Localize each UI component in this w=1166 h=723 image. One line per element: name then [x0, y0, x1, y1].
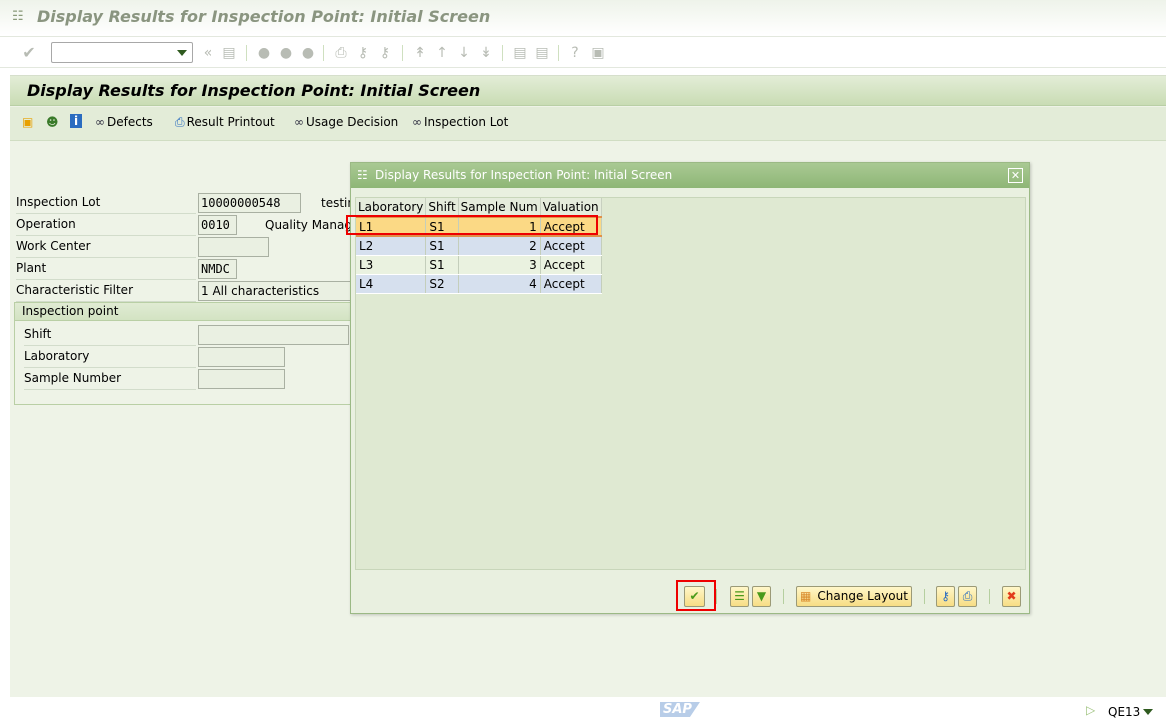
plant-label: Plant — [16, 259, 196, 280]
save-icon[interactable]: ▤ — [221, 45, 237, 61]
characteristic-filter-label: Characteristic Filter — [16, 281, 196, 302]
status-bar: SAP ▷ QE13 — [0, 698, 1166, 723]
cell-valuation: Accept — [540, 236, 602, 256]
new-session-icon[interactable]: ▤ — [512, 45, 528, 61]
table-row[interactable]: L4 S2 4 Accept — [356, 274, 602, 294]
next-page-icon[interactable]: ↓ — [456, 45, 472, 61]
selected-row-highlight — [346, 215, 598, 235]
chevron-down-icon[interactable] — [177, 50, 187, 56]
cancel-button[interactable]: ✖ — [1002, 586, 1021, 607]
glasses-icon: ∞ — [412, 115, 422, 129]
cell-sample-num: 4 — [458, 274, 541, 294]
help-icon[interactable]: ? — [567, 45, 583, 61]
sample-number-field[interactable] — [198, 369, 285, 389]
user-settings-icon[interactable]: ☻ — [46, 115, 59, 129]
cell-shift: S1 — [425, 255, 459, 275]
filter-button[interactable]: ▼ — [752, 586, 771, 607]
filter-icon: ▼ — [756, 589, 767, 603]
table-row[interactable]: L3 S1 3 Accept — [356, 255, 602, 275]
defects-button[interactable]: ∞ Defects — [95, 115, 153, 129]
cell-laboratory: L3 — [356, 255, 427, 275]
exit-icon[interactable]: ● — [278, 45, 294, 61]
operation-field[interactable]: 0010 — [198, 215, 237, 235]
transaction-code[interactable]: QE13 — [1108, 705, 1140, 719]
prev-page-icon[interactable]: ↑ — [434, 45, 450, 61]
shift-label: Shift — [24, 325, 196, 346]
cell-shift: S1 — [425, 236, 459, 256]
window-title: Display Results for Inspection Point: In… — [37, 7, 491, 26]
menu-icon[interactable]: ☷ — [12, 9, 24, 24]
first-page-icon[interactable]: ↟ — [412, 45, 428, 61]
group-title: Inspection point — [15, 303, 358, 321]
print-icon[interactable]: ⎙ — [333, 45, 349, 61]
chevron-down-icon[interactable] — [1143, 709, 1153, 715]
binoculars-icon: ⚷ — [941, 589, 950, 603]
other-object-icon[interactable]: ▣ — [22, 115, 33, 129]
cancel-x-icon: ✖ — [1006, 589, 1017, 603]
screen-header: Display Results for Inspection Point: In… — [10, 76, 1166, 106]
printer-icon: ⎙ — [962, 589, 973, 603]
printer-icon: ⎙ — [175, 115, 185, 129]
dialog-menu-icon[interactable]: ☷ — [357, 163, 368, 188]
result-printout-label: Result Printout — [186, 115, 275, 129]
laboratory-label: Laboratory — [24, 347, 196, 368]
inspection-lot-button[interactable]: ∞ Inspection Lot — [412, 115, 508, 129]
sort-ascending-button[interactable]: ☰ — [730, 586, 749, 607]
laboratory-field[interactable] — [198, 347, 285, 367]
plant-field[interactable]: NMDC — [198, 259, 237, 279]
glasses-icon: ∞ — [95, 115, 105, 129]
cell-laboratory: L2 — [356, 236, 427, 256]
sap-logo: SAP — [660, 702, 700, 717]
characteristic-filter-dropdown[interactable]: 1 All characteristics — [198, 281, 358, 301]
back-icon[interactable]: « — [200, 45, 216, 61]
dialog-title-bar: ☷ Display Results for Inspection Point: … — [351, 163, 1029, 188]
find-button[interactable]: ⚷ — [936, 586, 955, 607]
customize-icon[interactable]: ▣ — [590, 45, 606, 61]
page-title: Display Results for Inspection Point: In… — [27, 81, 481, 100]
glasses-icon: ∞ — [294, 115, 304, 129]
cell-sample-num: 2 — [458, 236, 541, 256]
inspection-lot-field[interactable]: 10000000548 — [198, 193, 301, 213]
layout-grid-icon: ▦ — [800, 589, 812, 603]
change-layout-label: Change Layout — [817, 589, 908, 603]
print-button[interactable]: ⎙ — [958, 586, 977, 607]
cell-laboratory: L4 — [356, 274, 427, 294]
back-nav-icon[interactable]: ● — [256, 45, 272, 61]
inspection-lot-label: Inspection Lot — [424, 115, 509, 129]
dialog-title: Display Results for Inspection Point: In… — [375, 168, 673, 182]
application-toolbar: ▣ ☻ i ∞ Defects ⎙ Result Printout ∞ Usage D… — [10, 107, 1166, 141]
sort-ascending-icon: ☰ — [734, 589, 745, 603]
results-grid: Laboratory Shift Sample Num Valuation L1… — [355, 197, 1026, 570]
defects-label: Defects — [107, 115, 153, 129]
table-row[interactable]: L2 S1 2 Accept — [356, 236, 602, 256]
cell-valuation: Accept — [540, 255, 602, 275]
continue-button-highlight — [676, 580, 716, 611]
usage-decision-button[interactable]: ∞ Usage Decision — [294, 115, 398, 129]
command-field[interactable] — [51, 42, 193, 63]
shift-field[interactable] — [198, 325, 349, 345]
close-icon[interactable]: ✕ — [1008, 168, 1023, 183]
expand-status-icon[interactable]: ▷ — [1086, 703, 1095, 717]
cell-valuation: Accept — [540, 274, 602, 294]
usage-decision-label: Usage Decision — [306, 115, 399, 129]
find-icon[interactable]: ⚷ — [355, 45, 371, 61]
cell-shift: S2 — [425, 274, 459, 294]
enter-icon[interactable]: ✔ — [21, 45, 37, 61]
work-center-label: Work Center — [16, 237, 196, 258]
system-toolbar: ✔ « ▤ ● ● ● ⎙ ⚷ ⚷ ↟ ↑ ↓ ↡ ▤ ▤ ? ▣ — [0, 36, 1166, 68]
shortcut-icon[interactable]: ▤ — [534, 45, 550, 61]
sample-number-label: Sample Number — [24, 369, 196, 390]
result-printout-button[interactable]: ⎙ Result Printout — [175, 115, 275, 130]
info-icon[interactable]: i — [70, 114, 83, 128]
work-center-field[interactable] — [198, 237, 269, 257]
inspection-lot-label: Inspection Lot — [16, 193, 196, 214]
cancel-icon[interactable]: ● — [300, 45, 316, 61]
title-bar: ☷ Display Results for Inspection Point: … — [0, 0, 1166, 35]
last-page-icon[interactable]: ↡ — [478, 45, 494, 61]
find-next-icon[interactable]: ⚷ — [377, 45, 393, 61]
operation-label: Operation — [16, 215, 196, 236]
change-layout-button[interactable]: ▦ Change Layout — [796, 586, 912, 607]
cell-sample-num: 3 — [458, 255, 541, 275]
